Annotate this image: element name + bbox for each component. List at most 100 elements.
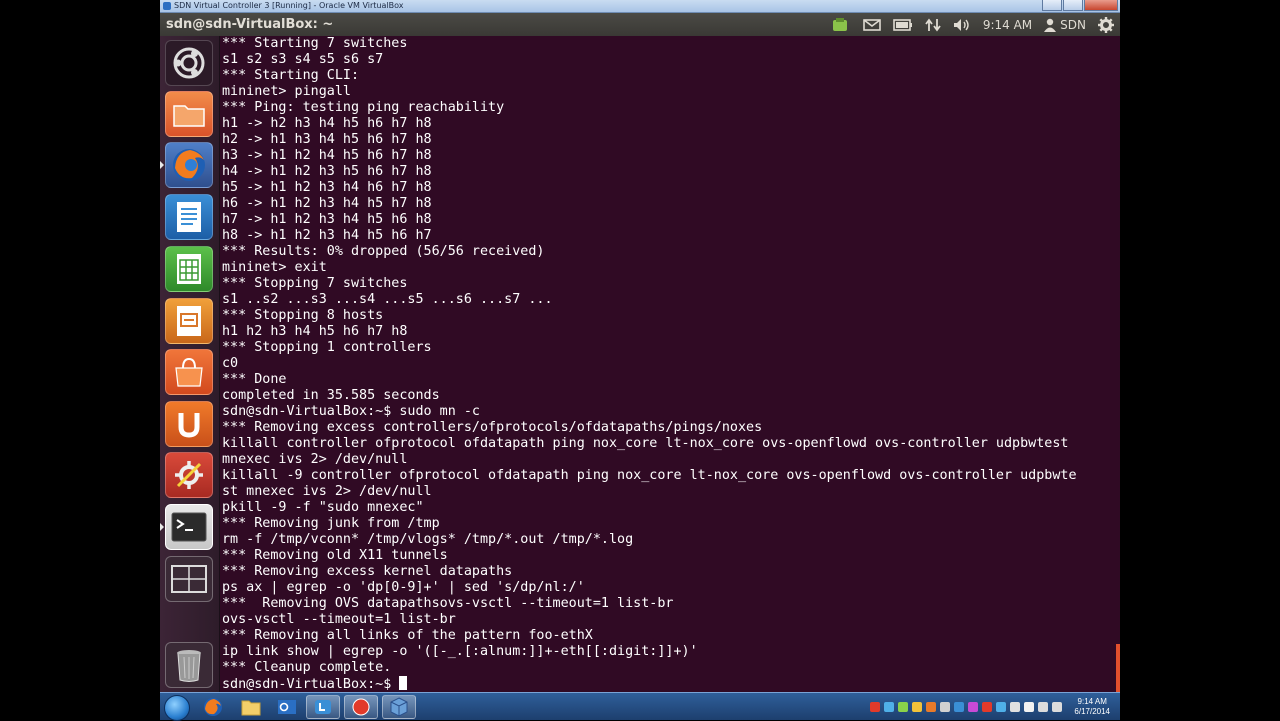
system-tray: 9:14 AM 6/17/2014	[870, 693, 1110, 721]
taskbar-recorder[interactable]	[344, 695, 378, 719]
terminal-line: *** Done	[222, 372, 287, 387]
mail-icon[interactable]	[863, 13, 881, 36]
tray-app-icon[interactable]	[912, 702, 923, 712]
terminal-line: mininet> exit	[222, 260, 327, 275]
calc-launcher[interactable]	[165, 246, 213, 292]
terminal-line: completed in 35.585 seconds	[222, 388, 440, 403]
start-button[interactable]	[164, 695, 190, 721]
minimize-button[interactable]	[1042, 0, 1062, 11]
trash-icon	[177, 650, 201, 682]
terminal-line: ps ax | egrep -o 'dp[0-9]+' | sed 's/dp/…	[222, 580, 585, 595]
taskbar-explorer[interactable]	[234, 695, 268, 719]
tray-app-icon[interactable]	[940, 702, 951, 712]
terminal-line: sdn@sdn-VirtualBox:~$	[222, 676, 1077, 692]
ubuntu-logo-icon	[173, 47, 205, 79]
terminal-line: s1 ..s2 ...s3 ...s4 ...s5 ...s6 ...s7 ..…	[222, 292, 553, 307]
terminal-line: *** Stopping 1 controllers	[222, 340, 432, 355]
terminal-line: h6 -> h1 h2 h3 h4 h5 h7 h8	[222, 196, 432, 211]
terminal-line: *** Removing old X11 tunnels	[222, 548, 448, 563]
terminal-line: *** Stopping 7 switches	[222, 276, 408, 291]
tray-app-icon[interactable]	[968, 702, 979, 712]
virtualbox-window-title: SDN Virtual Controller 3 [Running] - Ora…	[174, 1, 404, 10]
ubuntu-one-icon	[178, 413, 200, 438]
windows-taskbar: 9:14 AM 6/17/2014	[160, 692, 1120, 721]
left-letterbox	[0, 0, 160, 692]
terminal-line: *** Ping: testing ping reachability	[222, 100, 505, 115]
terminal-line: killall -9 controller ofprotocol ofdatap…	[222, 468, 1077, 483]
terminal-line: *** Cleanup complete.	[222, 660, 392, 675]
network-icon[interactable]	[925, 13, 941, 36]
folder-icon	[173, 105, 205, 127]
files-launcher[interactable]	[165, 91, 213, 137]
terminal-line: mininet> pingall	[222, 84, 351, 99]
terminal-line: h3 -> h1 h2 h4 h5 h6 h7 h8	[222, 148, 432, 163]
close-button[interactable]	[1084, 0, 1118, 11]
tray-network-icon[interactable]	[1038, 702, 1049, 712]
lync-icon	[315, 700, 331, 714]
terminal-line: h8 -> h1 h2 h3 h4 h5 h6 h7	[222, 228, 432, 243]
volume-icon[interactable]	[953, 13, 971, 36]
settings-icon	[175, 461, 203, 489]
terminal-line: st mnexec ivs 2> /dev/null	[222, 484, 432, 499]
clock-date: 6/17/2014	[1074, 707, 1110, 716]
terminal-line: *** Removing junk from /tmp	[222, 516, 440, 531]
terminal-line: h1 h2 h3 h4 h5 h6 h7 h8	[222, 324, 408, 339]
terminal-line: *** Starting 7 switches	[222, 36, 408, 51]
terminal-line: *** Removing excess kernel datapaths	[222, 564, 513, 579]
workspace-switcher-launcher[interactable]	[165, 556, 213, 602]
dash-home-button[interactable]	[165, 40, 213, 86]
tray-volume-icon[interactable]	[1052, 702, 1063, 712]
terminal-line: mnexec ivs 2> /dev/null	[222, 452, 408, 467]
terminal-line: s1 s2 s3 s4 s5 s6 s7	[222, 52, 384, 67]
workspace-switcher-icon	[171, 565, 207, 593]
taskbar-virtualbox[interactable]	[382, 695, 416, 719]
unity-launcher	[160, 36, 220, 692]
terminal-line: sdn@sdn-VirtualBox:~$ sudo mn -c	[222, 404, 480, 419]
taskbar-firefox[interactable]	[196, 695, 230, 719]
firefox-icon	[173, 149, 205, 181]
clock[interactable]: 9:14 AM	[983, 13, 1032, 36]
firefox-launcher[interactable]	[165, 142, 213, 188]
taskbar-lync[interactable]	[306, 695, 340, 719]
virtualbox-icon	[163, 2, 171, 10]
tray-app-icon[interactable]	[954, 702, 965, 712]
taskbar-outlook[interactable]	[270, 695, 304, 719]
clock-time: 9:14 AM	[1077, 697, 1107, 706]
trash-launcher[interactable]	[165, 642, 213, 688]
taskbar-clock[interactable]: 9:14 AM 6/17/2014	[1074, 697, 1110, 717]
terminal-window[interactable]: *** Starting 7 switches s1 s2 s3 s4 s5 s6…	[220, 36, 1120, 692]
folder-icon	[241, 700, 261, 716]
tray-app-icon[interactable]	[926, 702, 937, 712]
battery-icon[interactable]	[893, 13, 913, 36]
tray-app-icon[interactable]	[996, 702, 1007, 712]
settings-gear-icon[interactable]	[1098, 13, 1114, 36]
impress-launcher[interactable]	[165, 298, 213, 344]
virtualbox-title-bar[interactable]: SDN Virtual Controller 3 [Running] - Ora…	[160, 0, 1120, 13]
terminal-line: ip link show | egrep -o '([-_.[:alnum:]]…	[222, 644, 698, 659]
tray-app-icon[interactable]	[982, 702, 993, 712]
terminal-line: h4 -> h1 h2 h3 h5 h6 h7 h8	[222, 164, 432, 179]
record-icon	[352, 698, 370, 716]
terminal-scrollbar[interactable]	[1116, 644, 1120, 692]
terminal-launcher[interactable]	[165, 504, 213, 550]
tray-app-icon[interactable]	[898, 702, 909, 712]
update-notifier-icon[interactable]	[831, 13, 851, 36]
system-settings-launcher[interactable]	[165, 452, 213, 498]
software-center-launcher[interactable]	[165, 349, 213, 395]
firefox-icon	[204, 698, 222, 716]
tray-app-icon[interactable]	[870, 702, 881, 712]
user-menu[interactable]: SDN	[1044, 13, 1086, 36]
ubuntu-one-launcher[interactable]	[165, 401, 213, 447]
maximize-button[interactable]	[1063, 0, 1083, 11]
tray-app-icon[interactable]	[884, 702, 895, 712]
terminal-line: h1 -> h2 h3 h4 h5 h6 h7 h8	[222, 116, 432, 131]
window-controls	[1041, 0, 1118, 12]
tray-app-icon[interactable]	[1024, 702, 1035, 712]
terminal-line: h2 -> h1 h3 h4 h5 h6 h7 h8	[222, 132, 432, 147]
panel-indicators: 9:14 AM SDN	[831, 13, 1114, 36]
user-icon	[1044, 18, 1057, 32]
terminal-line: *** Results: 0% dropped (56/56 received)	[222, 244, 545, 259]
writer-launcher[interactable]	[165, 194, 213, 240]
tray-app-icon[interactable]	[1010, 702, 1021, 712]
terminal-line: ovs-vsctl --timeout=1 list-br	[222, 612, 456, 627]
